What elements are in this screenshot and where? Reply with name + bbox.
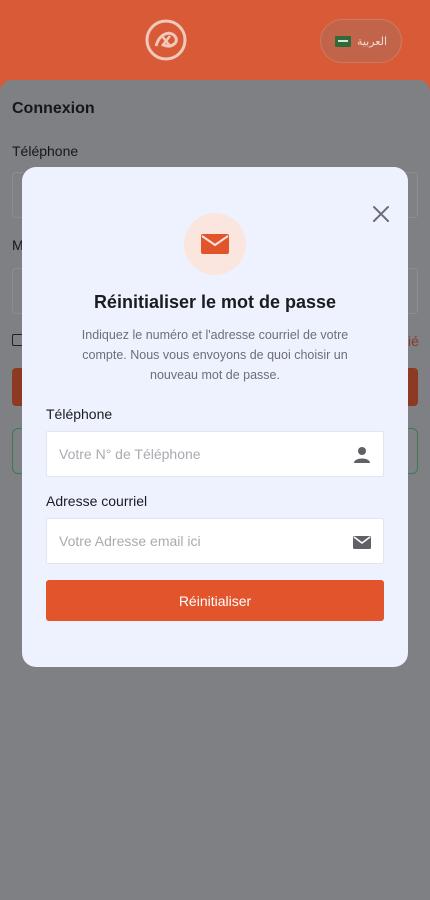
email-input[interactable] (59, 519, 339, 563)
reset-password-modal: Réinitialiser le mot de passe Indiquez l… (22, 167, 408, 667)
email-field[interactable] (46, 518, 384, 564)
forgot-password-link[interactable]: ié (408, 333, 419, 349)
modal-description: Indiquez le numéro et l'adresse courriel… (81, 328, 349, 382)
login-phone-label: Téléphone (12, 143, 79, 159)
user-icon (354, 447, 370, 463)
reset-button[interactable]: Réinitialiser (46, 580, 384, 621)
phone-field[interactable] (46, 431, 384, 477)
email-label: Adresse courriel (46, 493, 148, 509)
login-title: Connexion (12, 100, 95, 117)
close-icon[interactable] (370, 203, 392, 225)
modal-title: Réinitialiser le mot de passe (93, 292, 337, 312)
language-label: العربية (356, 35, 388, 48)
brand-logo-icon (145, 19, 187, 61)
envelope-icon (353, 536, 371, 549)
envelope-icon (201, 234, 229, 254)
saudi-flag-icon (334, 35, 351, 47)
mail-badge (184, 213, 246, 275)
phone-input[interactable] (59, 432, 339, 476)
phone-label: Téléphone (46, 406, 113, 422)
language-switch-button[interactable]: العربية (320, 19, 402, 63)
